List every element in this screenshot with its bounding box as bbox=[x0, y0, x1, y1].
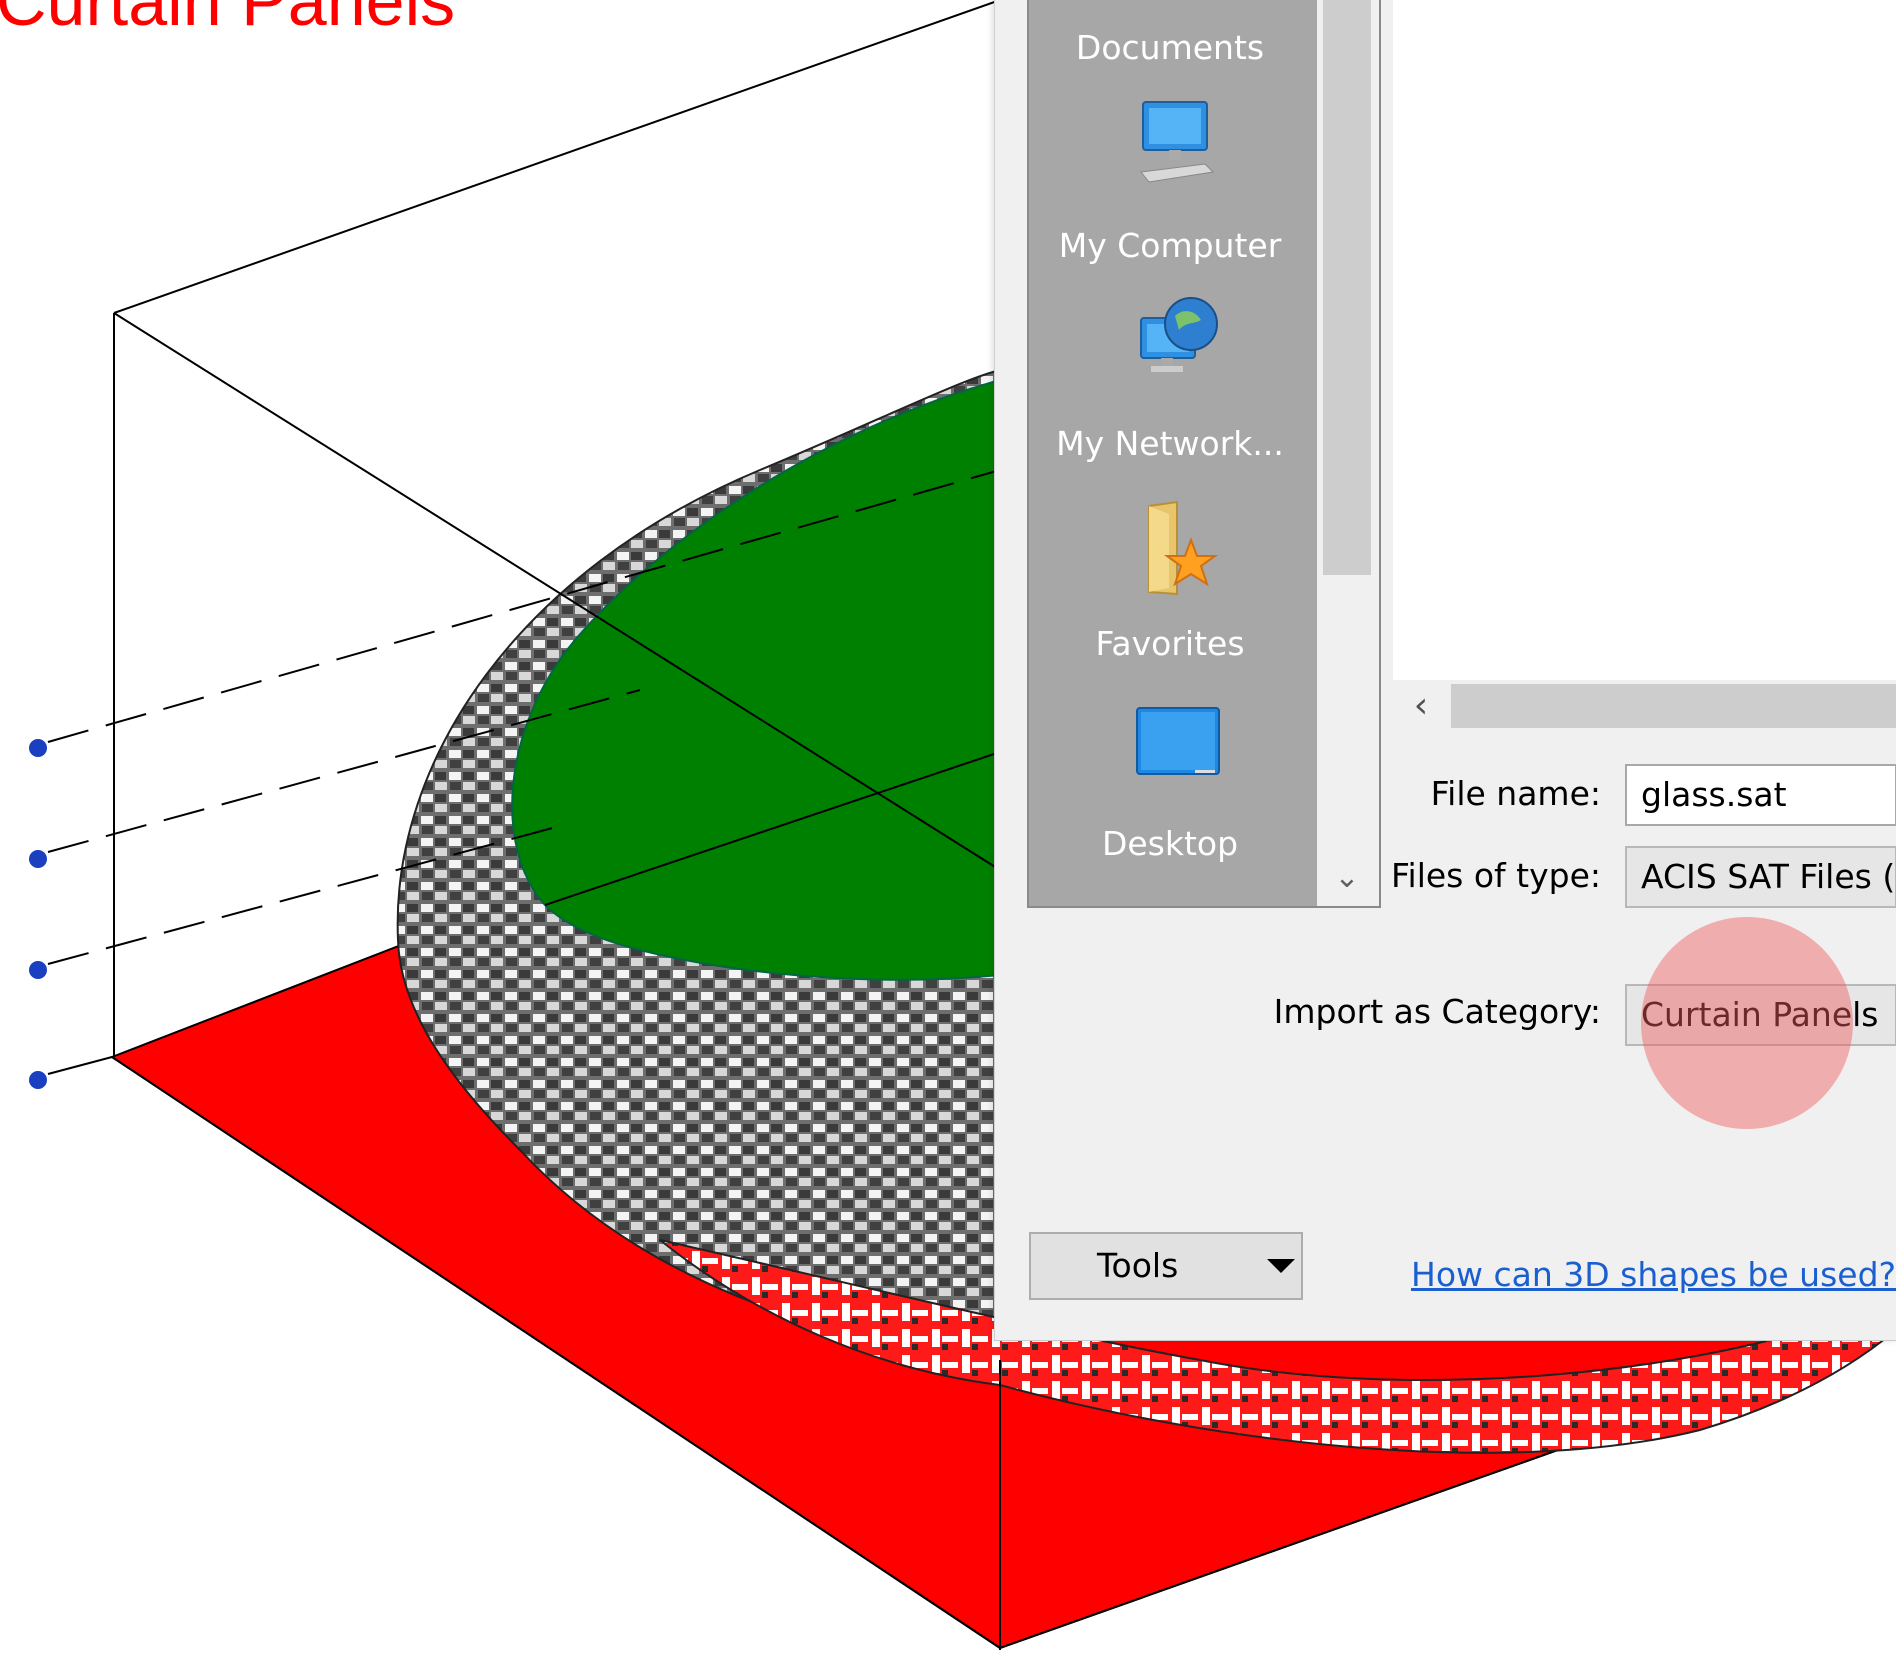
places-scrollbar[interactable]: ⌄ bbox=[1317, 0, 1381, 908]
help-link[interactable]: How can 3D shapes be used? bbox=[1411, 1255, 1896, 1294]
level-marker[interactable] bbox=[29, 739, 47, 757]
file-list-hscrollbar[interactable]: ‹ bbox=[1393, 680, 1896, 732]
place-favorites[interactable]: Favorites bbox=[1029, 624, 1311, 663]
place-my-network[interactable]: My Network... bbox=[1029, 424, 1311, 463]
dropdown-arrow-icon bbox=[1267, 1259, 1295, 1273]
roof-surface bbox=[511, 378, 1001, 981]
file-name-label: File name: bbox=[1430, 774, 1601, 813]
click-indicator bbox=[1641, 917, 1853, 1129]
file-list[interactable] bbox=[1393, 0, 1896, 680]
places-bar: Documents My Computer My Network... Favo… bbox=[1027, 0, 1319, 908]
place-label: My Network... bbox=[1056, 424, 1284, 463]
favorites-icon bbox=[1148, 500, 1219, 596]
place-label: My Computer bbox=[1058, 226, 1282, 265]
level-marker[interactable] bbox=[29, 961, 47, 979]
place-label: Documents bbox=[1075, 28, 1265, 67]
computer-icon bbox=[1140, 101, 1215, 183]
network-icon bbox=[1140, 297, 1218, 372]
place-label: Favorites bbox=[1095, 624, 1245, 663]
files-of-type-label: Files of type: bbox=[1390, 856, 1601, 895]
file-name-input[interactable]: glass.sat bbox=[1625, 764, 1896, 826]
import-category-label: Import as Category: bbox=[1273, 992, 1601, 1031]
place-documents[interactable]: Documents bbox=[1029, 28, 1311, 67]
view-title: Curtain Panels bbox=[0, 0, 456, 40]
level-marker[interactable] bbox=[29, 850, 47, 868]
desktop-icon bbox=[1136, 707, 1220, 775]
chevron-left-icon[interactable]: ‹ bbox=[1393, 680, 1449, 732]
level-marker[interactable] bbox=[29, 1071, 47, 1089]
places-scrollbar-thumb[interactable] bbox=[1323, 0, 1371, 575]
files-of-type-select[interactable]: ACIS SAT Files ( bbox=[1625, 846, 1896, 908]
tools-button[interactable]: Tools bbox=[1029, 1232, 1303, 1300]
import-cad-dialog: Documents My Computer My Network... Favo… bbox=[994, 0, 1896, 1341]
file-list-hscrollbar-thumb[interactable] bbox=[1451, 684, 1896, 728]
place-my-computer[interactable]: My Computer bbox=[1029, 226, 1311, 265]
level-markers[interactable] bbox=[29, 739, 47, 1089]
tools-button-label: Tools bbox=[1097, 1246, 1179, 1285]
